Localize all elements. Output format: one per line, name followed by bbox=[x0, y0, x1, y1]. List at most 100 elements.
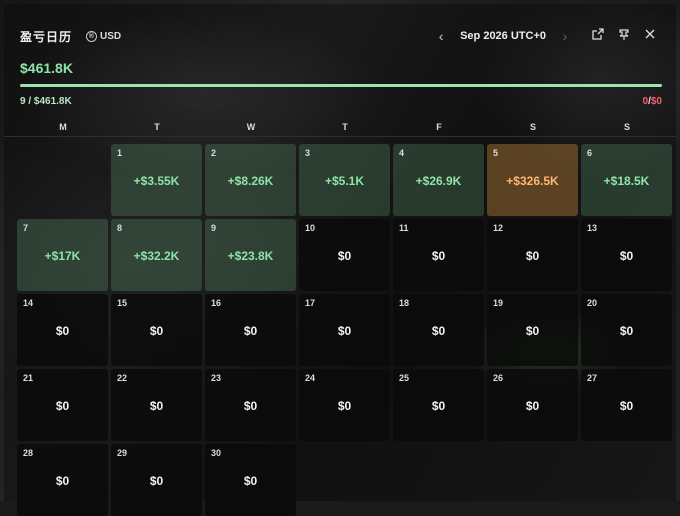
day-number: 28 bbox=[23, 448, 34, 458]
day-pnl-value: +$18.5K bbox=[603, 174, 650, 188]
close-icon[interactable] bbox=[640, 26, 660, 46]
weekday-label: T bbox=[342, 122, 348, 132]
day-number: 12 bbox=[493, 223, 504, 233]
day-pnl-value: +$8.26K bbox=[227, 174, 274, 188]
day-number: 11 bbox=[399, 223, 409, 233]
day-pnl-value: +$26.9K bbox=[415, 174, 462, 188]
calendar-day-cell[interactable]: 21 $0 bbox=[17, 369, 108, 441]
month-label: Sep 2026 UTC+0 bbox=[460, 30, 546, 42]
calendar-day-cell[interactable]: 25 $0 bbox=[393, 369, 484, 441]
day-number: 22 bbox=[117, 373, 128, 383]
weekday-label: S bbox=[623, 122, 630, 132]
calendar-day-cell[interactable]: 1 +$3.55K bbox=[111, 144, 202, 216]
calendar-day-cell[interactable]: 13 $0 bbox=[581, 219, 672, 291]
day-number: 16 bbox=[211, 298, 222, 308]
day-pnl-value: $0 bbox=[525, 399, 540, 413]
calendar-day-cell[interactable]: 30 $0 bbox=[205, 444, 296, 516]
day-pnl-value: $0 bbox=[619, 399, 634, 413]
calendar-day-cell[interactable]: 19 $0 bbox=[487, 294, 578, 366]
calendar-day-cell[interactable]: 12 $0 bbox=[487, 219, 578, 291]
chevron-left-icon[interactable]: ‹ bbox=[432, 28, 450, 44]
divider bbox=[4, 136, 676, 137]
day-pnl-value: $0 bbox=[243, 399, 258, 413]
calendar-day-cell[interactable]: 15 $0 bbox=[111, 294, 202, 366]
day-number: 19 bbox=[493, 298, 504, 308]
pin-icon[interactable] bbox=[614, 26, 634, 46]
day-number: 15 bbox=[117, 298, 128, 308]
day-pnl-value: +$32.2K bbox=[133, 249, 180, 263]
day-pnl-value: $0 bbox=[55, 399, 70, 413]
loss-value: $0 bbox=[650, 96, 662, 107]
day-pnl-value: $0 bbox=[525, 249, 540, 263]
calendar-day-cell[interactable]: 24 $0 bbox=[299, 369, 390, 441]
day-number: 30 bbox=[211, 448, 222, 458]
calendar-day-cell[interactable]: 29 $0 bbox=[111, 444, 202, 516]
calendar-day-cell[interactable]: 8 +$32.2K bbox=[111, 219, 202, 291]
loss-stat: 0/$0 bbox=[643, 96, 662, 107]
day-pnl-value: $0 bbox=[337, 249, 352, 263]
weekday-label: F bbox=[436, 122, 442, 132]
calendar-day-cell[interactable]: 22 $0 bbox=[111, 369, 202, 441]
calendar-day-cell[interactable]: 16 $0 bbox=[205, 294, 296, 366]
calendar-day-cell[interactable]: 3 +$5.1K bbox=[299, 144, 390, 216]
day-number: 25 bbox=[399, 373, 410, 383]
day-pnl-value: $0 bbox=[149, 399, 164, 413]
day-number: 17 bbox=[305, 298, 316, 308]
weekday-label: T bbox=[154, 122, 160, 132]
external-link-icon[interactable] bbox=[588, 26, 608, 46]
day-number: 9 bbox=[211, 223, 217, 233]
calendar-title: 盈亏日历 bbox=[20, 29, 73, 44]
day-pnl-value: $0 bbox=[337, 324, 352, 338]
calendar-day-cell[interactable]: 10 $0 bbox=[299, 219, 390, 291]
day-pnl-value: $0 bbox=[431, 324, 446, 338]
day-number: 1 bbox=[117, 148, 123, 158]
calendar-day-cell[interactable]: 17 $0 bbox=[299, 294, 390, 366]
calendar-day-cell[interactable]: 5 +$326.5K bbox=[487, 144, 578, 216]
calendar-day-cell[interactable]: 28 $0 bbox=[17, 444, 108, 516]
day-number: 29 bbox=[117, 448, 128, 458]
weekday-header: MTWTFSS bbox=[16, 122, 672, 132]
weekday-label: S bbox=[529, 122, 536, 132]
day-pnl-value: +$3.55K bbox=[133, 174, 180, 188]
day-pnl-value: $0 bbox=[337, 399, 352, 413]
calendar-day-cell[interactable]: 18 $0 bbox=[393, 294, 484, 366]
day-pnl-value: $0 bbox=[243, 324, 258, 338]
calendar-day-cell[interactable]: 26 $0 bbox=[487, 369, 578, 441]
day-pnl-value: +$23.8K bbox=[227, 249, 274, 263]
currency-icon: ® bbox=[86, 30, 98, 42]
calendar-day-cell[interactable]: 6 +$18.5K bbox=[581, 144, 672, 216]
day-number: 24 bbox=[305, 373, 316, 383]
calendar-day-cell[interactable]: 9 +$23.8K bbox=[205, 219, 296, 291]
day-pnl-value: $0 bbox=[525, 324, 540, 338]
calendar-day-cell[interactable]: 23 $0 bbox=[205, 369, 296, 441]
day-pnl-value: +$326.5K bbox=[506, 174, 559, 188]
currency-label: USD bbox=[100, 30, 122, 42]
day-number: 6 bbox=[587, 148, 593, 158]
day-pnl-value: $0 bbox=[149, 324, 164, 338]
calendar-cell-empty bbox=[17, 144, 108, 216]
day-number: 23 bbox=[211, 373, 222, 383]
day-number: 21 bbox=[23, 373, 34, 383]
day-pnl-value: +$17K bbox=[44, 249, 81, 263]
day-number: 13 bbox=[587, 223, 598, 233]
header-controls: ‹ Sep 2026 UTC+0 › bbox=[432, 26, 660, 46]
day-number: 27 bbox=[587, 373, 598, 383]
calendar-day-cell[interactable]: 20 $0 bbox=[581, 294, 672, 366]
day-number: 14 bbox=[23, 298, 34, 308]
calendar-day-cell[interactable]: 27 $0 bbox=[581, 369, 672, 441]
day-pnl-value: $0 bbox=[55, 474, 70, 488]
currency-selector[interactable]: ® USD bbox=[86, 30, 122, 42]
calendar-day-cell[interactable]: 7 +$17K bbox=[17, 219, 108, 291]
chevron-right-icon[interactable]: › bbox=[556, 28, 574, 44]
progress-bar bbox=[20, 84, 662, 87]
weekday-label: M bbox=[59, 122, 67, 132]
day-pnl-value: $0 bbox=[431, 399, 446, 413]
day-pnl-value: +$5.1K bbox=[324, 174, 365, 188]
win-stat: 9 / $461.8K bbox=[20, 96, 72, 107]
day-pnl-value: $0 bbox=[431, 249, 446, 263]
day-number: 3 bbox=[305, 148, 311, 158]
calendar-day-cell[interactable]: 2 +$8.26K bbox=[205, 144, 296, 216]
calendar-day-cell[interactable]: 14 $0 bbox=[17, 294, 108, 366]
calendar-day-cell[interactable]: 4 +$26.9K bbox=[393, 144, 484, 216]
calendar-day-cell[interactable]: 11 $0 bbox=[393, 219, 484, 291]
